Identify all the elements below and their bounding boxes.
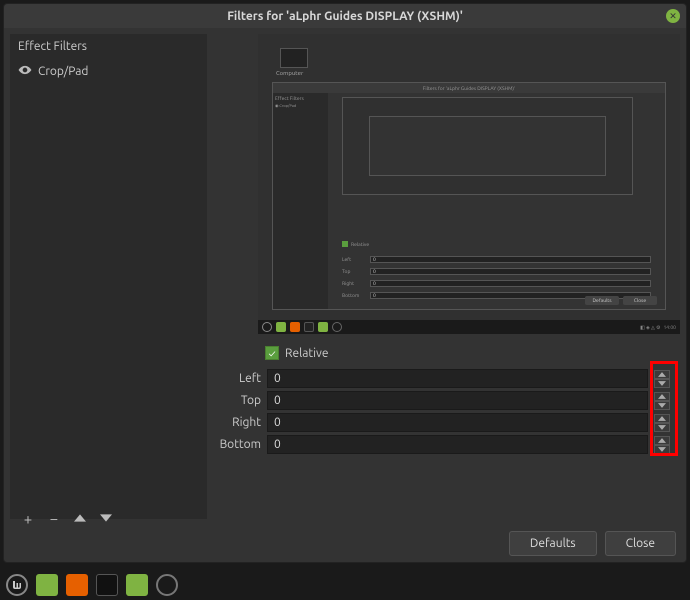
mint-menu-icon[interactable] bbox=[6, 574, 28, 596]
add-filter-icon[interactable]: + bbox=[20, 510, 36, 526]
left-row: Left bbox=[213, 369, 670, 388]
preview-image: Computer Filters for 'aLphr Guides DISPL… bbox=[258, 34, 680, 334]
top-spin-down[interactable] bbox=[654, 401, 670, 410]
nested-taskbar: ◧ ◈ ◬ ⚙14:00 bbox=[258, 320, 680, 334]
visibility-icon[interactable] bbox=[18, 63, 32, 80]
nested-close-button: Close bbox=[623, 296, 657, 305]
bottom-spinner bbox=[654, 436, 670, 454]
top-spinner bbox=[654, 392, 670, 410]
terminal-icon[interactable] bbox=[96, 574, 118, 596]
nested-defaults-button: Defaults bbox=[585, 296, 619, 305]
left-spin-up[interactable] bbox=[654, 370, 670, 379]
files2-icon[interactable] bbox=[126, 574, 148, 596]
dialog-buttons: Defaults Close bbox=[4, 525, 686, 562]
defaults-button[interactable]: Defaults bbox=[509, 531, 597, 556]
bottom-input[interactable] bbox=[267, 435, 648, 454]
filters-sidebar: Effect Filters Crop/Pad bbox=[10, 34, 207, 519]
top-input[interactable] bbox=[267, 391, 648, 410]
nested-window: Filters for 'aLphr Guides DISPLAY (XSHM)… bbox=[272, 82, 666, 310]
bottom-row: Bottom bbox=[213, 435, 670, 454]
right-label: Right bbox=[213, 416, 261, 429]
move-down-icon[interactable] bbox=[98, 510, 114, 526]
dialog-content: Effect Filters Crop/Pad Computer bbox=[4, 28, 686, 525]
desktop-computer-icon bbox=[280, 48, 308, 68]
close-icon[interactable]: ✕ bbox=[666, 9, 680, 23]
right-spin-up[interactable] bbox=[654, 414, 670, 423]
filter-item-label: Crop/Pad bbox=[38, 65, 88, 78]
preview-area: Computer Filters for 'aLphr Guides DISPL… bbox=[258, 34, 680, 334]
top-label: Top bbox=[213, 394, 261, 407]
left-spin-down[interactable] bbox=[654, 379, 670, 388]
left-spinner bbox=[654, 370, 670, 388]
nested-titlebar: Filters for 'aLphr Guides DISPLAY (XSHM)… bbox=[273, 83, 665, 93]
nested-fields: Left0 Top0 Right0 Bottom0 bbox=[342, 251, 651, 299]
relative-checkbox-row[interactable]: ✓ Relative bbox=[265, 346, 670, 360]
right-input[interactable] bbox=[267, 413, 648, 432]
firefox-icon[interactable] bbox=[66, 574, 88, 596]
titlebar[interactable]: Filters for 'aLphr Guides DISPLAY (XSHM)… bbox=[4, 4, 686, 28]
files-icon[interactable] bbox=[36, 574, 58, 596]
close-button[interactable]: Close bbox=[605, 531, 676, 556]
main-panel: Computer Filters for 'aLphr Guides DISPL… bbox=[213, 34, 680, 519]
obs-icon[interactable] bbox=[156, 574, 178, 596]
right-spin-down[interactable] bbox=[654, 423, 670, 432]
right-spinner bbox=[654, 414, 670, 432]
bottom-spin-up[interactable] bbox=[654, 436, 670, 445]
move-up-icon[interactable] bbox=[72, 510, 88, 526]
sidebar-toolbar: + − bbox=[14, 504, 120, 530]
filter-list[interactable]: Crop/Pad bbox=[10, 59, 207, 519]
desktop-computer-label: Computer bbox=[276, 70, 303, 77]
sidebar-header: Effect Filters bbox=[10, 34, 207, 59]
top-row: Top bbox=[213, 391, 670, 410]
nested-sidebar: Effect Filters ◉ Crop/Pad bbox=[273, 93, 328, 309]
left-label: Left bbox=[213, 372, 261, 385]
nested-relative: Relative bbox=[342, 241, 369, 247]
bottom-label: Bottom bbox=[213, 438, 261, 451]
top-spin-up[interactable] bbox=[654, 392, 670, 401]
nested-preview bbox=[342, 97, 633, 195]
filter-item-crop-pad[interactable]: Crop/Pad bbox=[10, 59, 207, 84]
right-row: Right bbox=[213, 413, 670, 432]
bottom-spin-down[interactable] bbox=[654, 445, 670, 454]
remove-filter-icon[interactable]: − bbox=[46, 510, 62, 526]
window-title: Filters for 'aLphr Guides DISPLAY (XSHM)… bbox=[227, 10, 463, 23]
left-input[interactable] bbox=[267, 369, 648, 388]
filters-dialog: Filters for 'aLphr Guides DISPLAY (XSHM)… bbox=[3, 3, 687, 563]
settings-panel: ✓ Relative Left Top bbox=[213, 340, 680, 460]
system-taskbar[interactable] bbox=[0, 570, 690, 600]
relative-label: Relative bbox=[285, 347, 328, 360]
relative-checkbox[interactable]: ✓ bbox=[265, 346, 279, 360]
